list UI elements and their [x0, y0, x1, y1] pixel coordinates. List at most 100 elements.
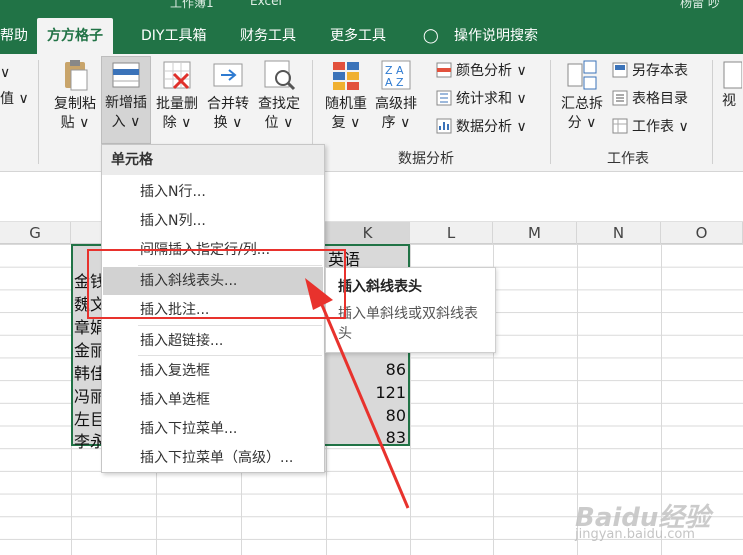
stat-sum-label: 统计求和 ∨	[456, 91, 527, 107]
menu-item-insert-n-rows[interactable]: 插入N行...	[103, 178, 323, 206]
insert-rows-icon	[109, 57, 143, 91]
save-as-book-button[interactable]: 另存本表	[612, 62, 688, 80]
sort-az-icon: ZAAZ	[379, 58, 413, 92]
cell-name[interactable]: 冯丽	[74, 383, 102, 407]
window-title-app: Excel	[250, 0, 282, 8]
worksheet-menu-button[interactable]: 工作表 ∨	[612, 118, 689, 136]
merge-icon	[211, 58, 245, 92]
split-sheets-icon	[565, 58, 599, 92]
summary-split-label-2: 分 ∨	[567, 115, 597, 131]
view-label: 视	[722, 93, 736, 109]
random-dup-label-1: 随机重	[325, 96, 367, 112]
tooltip-title: 插入斜线表头	[338, 279, 422, 295]
menu-section-header: 单元格	[102, 145, 324, 175]
cell-k-value[interactable]: 121	[330, 383, 406, 402]
merge-convert-label-2: 换 ∨	[213, 115, 243, 131]
user-name[interactable]: 杨雷 吵	[680, 0, 720, 11]
worksheet-icon	[612, 118, 628, 134]
tab-help[interactable]: 帮助	[0, 18, 28, 54]
group-label-worksheet: 工作表	[607, 151, 649, 167]
merge-convert-button[interactable]: 合并转 换 ∨	[203, 58, 253, 133]
ribbon-edge-item-1[interactable]: ∨	[0, 64, 10, 82]
color-blocks-icon	[329, 58, 363, 92]
clipboard-icon	[58, 58, 92, 92]
col-header-n[interactable]: N	[577, 222, 661, 244]
color-analysis-label: 颜色分析 ∨	[456, 63, 527, 79]
batch-delete-button[interactable]: 批量删 除 ∨	[152, 58, 202, 133]
copy-paste-label-1: 复制粘	[54, 96, 96, 112]
cell-name[interactable]: 韩佳	[74, 360, 102, 384]
merge-convert-label-1: 合并转	[207, 96, 249, 112]
save-as-book-label: 另存本表	[632, 63, 688, 79]
group-separator	[550, 60, 551, 164]
view-button[interactable]: 视	[722, 58, 743, 111]
summary-split-button[interactable]: 汇总拆 分 ∨	[557, 58, 607, 133]
col-header-l[interactable]: L	[410, 222, 493, 244]
analysis-icon	[436, 118, 452, 134]
tab-finance-tools[interactable]: 财务工具	[240, 18, 296, 54]
find-locate-label-2: 位 ∨	[264, 115, 294, 131]
tooltip: 插入斜线表头 插入单斜线或双斜线表头	[325, 267, 496, 353]
highlight-box	[87, 249, 346, 319]
col-header-k[interactable]: K	[326, 222, 410, 244]
menu-item-insert-dropdown-advanced[interactable]: 插入下拉菜单（高级）...	[103, 444, 323, 472]
adv-sort-label-2: 序 ∨	[381, 115, 411, 131]
svg-text:A: A	[385, 76, 393, 89]
menu-separator	[138, 355, 322, 356]
cell-k-value[interactable]: 80	[330, 406, 406, 425]
lightbulb-icon: ◯	[423, 28, 439, 44]
table-directory-icon	[612, 90, 628, 106]
menu-item-insert-dropdown[interactable]: 插入下拉菜单...	[103, 415, 323, 443]
adv-sort-label-1: 高级排	[375, 96, 417, 112]
menu-item-insert-n-cols[interactable]: 插入N列...	[103, 207, 323, 235]
group-separator	[38, 60, 39, 164]
new-insert-button[interactable]: 新增插 入 ∨	[101, 56, 151, 144]
menu-item-insert-hyperlink[interactable]: 插入超链接...	[103, 327, 323, 355]
tab-diy-toolbox[interactable]: DIY工具箱	[141, 18, 206, 54]
col-header-g[interactable]: G	[0, 222, 71, 244]
group-label-data-analysis: 数据分析	[398, 151, 454, 167]
random-dup-button[interactable]: 随机重 复 ∨	[321, 58, 371, 133]
summary-split-label-1: 汇总拆	[561, 96, 603, 112]
menu-item-insert-radio[interactable]: 插入单选框	[103, 386, 323, 414]
delete-grid-icon	[160, 58, 194, 92]
watermark-url: jingyan.baidu.com	[575, 527, 695, 542]
find-locate-label-1: 查找定	[258, 96, 300, 112]
save-sheet-icon	[612, 62, 628, 78]
new-insert-label-1: 新增插	[105, 95, 147, 111]
copy-paste-button[interactable]: 复制粘 贴 ∨	[50, 58, 100, 133]
worksheet-label: 工作表 ∨	[632, 119, 689, 135]
title-bar: 工作簿1 Excel 杨雷 吵	[0, 0, 743, 18]
menu-separator	[138, 325, 322, 326]
tell-me-search[interactable]: 操作说明搜索	[454, 18, 538, 54]
magnifier-icon	[262, 58, 296, 92]
tooltip-description: 插入单斜线或双斜线表头	[338, 306, 478, 342]
tab-more-tools[interactable]: 更多工具	[330, 18, 386, 54]
copy-paste-label-2: 贴 ∨	[60, 115, 90, 131]
cell-name[interactable]: 李永	[74, 428, 102, 452]
adv-sort-button[interactable]: ZAAZ 高级排 序 ∨	[371, 58, 421, 133]
menu-item-insert-checkbox[interactable]: 插入复选框	[103, 357, 323, 385]
cell-k-value[interactable]: 86	[330, 360, 406, 379]
col-header-m[interactable]: M	[493, 222, 577, 244]
ribbon-edge-item-2[interactable]: 值 ∨	[0, 90, 29, 108]
color-table-icon	[436, 62, 452, 78]
table-dir-button[interactable]: 表格目录	[612, 90, 688, 108]
color-analysis-button[interactable]: 颜色分析 ∨	[436, 62, 527, 80]
new-insert-label-2: 入 ∨	[111, 114, 141, 130]
svg-text:Z: Z	[396, 76, 404, 89]
cell-name[interactable]: 金丽	[74, 337, 102, 361]
table-dir-label: 表格目录	[632, 91, 688, 107]
batch-delete-label-1: 批量删	[156, 96, 198, 112]
cell-k-value[interactable]: 83	[330, 428, 406, 447]
cell-name[interactable]: 左巨	[74, 406, 102, 430]
data-analysis-label: 数据分析 ∨	[456, 119, 527, 135]
find-locate-button[interactable]: 查找定 位 ∨	[254, 58, 304, 133]
stat-sum-button[interactable]: 统计求和 ∨	[436, 90, 527, 108]
col-header-o[interactable]: O	[661, 222, 743, 244]
ribbon-tab-bar: 帮助 方方格子 DIY工具箱 财务工具 更多工具 ◯ 操作说明搜索	[0, 18, 743, 54]
view-icon	[722, 58, 743, 92]
data-analysis-button[interactable]: 数据分析 ∨	[436, 118, 527, 136]
random-dup-label-2: 复 ∨	[331, 115, 361, 131]
tab-fangfang[interactable]: 方方格子	[37, 18, 113, 54]
